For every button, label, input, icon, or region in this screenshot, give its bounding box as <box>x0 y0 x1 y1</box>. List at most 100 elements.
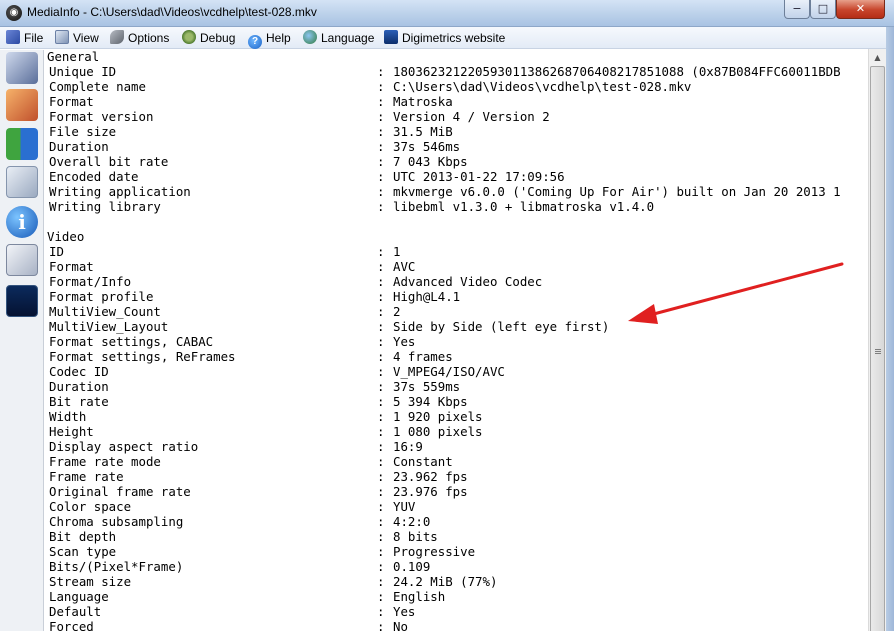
field-key: Default <box>49 604 102 619</box>
close-button[interactable]: ✕ <box>836 0 885 19</box>
field-value: 1 920 pixels <box>393 409 483 424</box>
report-field-row: ID:1 <box>47 244 867 259</box>
language-icon <box>303 30 317 44</box>
graph-view-icon[interactable] <box>6 285 38 317</box>
field-key: Codec ID <box>49 364 109 379</box>
text-view-icon[interactable] <box>6 166 38 198</box>
minimize-button[interactable]: − <box>784 0 810 19</box>
view-icon <box>55 30 69 44</box>
field-value: V_MPEG4/ISO/AVC <box>393 364 505 379</box>
field-key: Writing library <box>49 199 161 214</box>
report-field-row: Language: English <box>47 589 867 604</box>
field-separator: : <box>377 79 385 94</box>
field-separator: : <box>377 199 385 214</box>
field-separator: : <box>377 259 385 274</box>
scrollbar-grip-line <box>875 349 881 350</box>
field-key: Format settings, ReFrames <box>49 349 236 364</box>
field-separator: : <box>377 64 385 79</box>
menu-view[interactable]: View <box>55 30 99 47</box>
field-value: No <box>393 619 408 631</box>
menu-digimetrics-label: Digimetrics website <box>402 31 506 45</box>
digimetrics-icon <box>384 30 398 44</box>
field-separator: : <box>377 334 385 349</box>
menu-debug[interactable]: Debug <box>182 30 235 47</box>
field-separator: : <box>377 574 385 589</box>
title-bar: ◉ MediaInfo - C:\Users\dad\Videos\vcdhel… <box>0 0 894 27</box>
field-separator: : <box>377 409 385 424</box>
report-field-row: Display aspect ratio:16:9 <box>47 439 867 454</box>
field-separator: : <box>377 379 385 394</box>
report-field-row: Encoded date: UTC 2013-01-22 17:09:56 <box>47 169 867 184</box>
field-value: 4 frames <box>393 349 453 364</box>
field-separator: : <box>377 529 385 544</box>
maximize-button[interactable]: □ <box>810 0 836 19</box>
field-value: 4:2:0 <box>393 514 431 529</box>
field-value: 1 <box>393 244 401 259</box>
report-field-row: Writing library: libebml v1.3.0 + libmatr… <box>47 199 867 214</box>
field-key: Forced <box>49 619 94 631</box>
field-value: Progressive <box>393 544 476 559</box>
html-view-icon[interactable] <box>6 244 38 276</box>
report-field-row: Format: AVC <box>47 259 867 274</box>
report-field-row: Format version: Version 4 / Version 2 <box>47 109 867 124</box>
menu-help[interactable]: ? Help <box>248 30 291 49</box>
field-value: 2 <box>393 304 401 319</box>
field-separator: : <box>377 514 385 529</box>
scroll-up-arrow-icon[interactable]: ▲ <box>870 50 885 66</box>
report-field-row: Frame rate:23.962 fps <box>47 469 867 484</box>
report-field-row: Format/Info: Advanced Video Codec <box>47 274 867 289</box>
field-value: 7 043 Kbps <box>393 154 468 169</box>
report-field-row: Chroma subsampling:4:2:0 <box>47 514 867 529</box>
field-key: Encoded date <box>49 169 139 184</box>
field-value: 0.109 <box>393 559 431 574</box>
field-value: Yes <box>393 604 416 619</box>
field-key: Writing application <box>49 184 191 199</box>
field-value: 180362321220593011386268706408217851088 … <box>393 64 841 79</box>
menu-language[interactable]: Language <box>303 30 374 47</box>
field-key: Format profile <box>49 289 154 304</box>
field-value: 8 bits <box>393 529 438 544</box>
scrollbar-thumb[interactable] <box>870 66 885 631</box>
field-value: High@L4.1 <box>393 289 461 304</box>
menu-bar: File View Options Debug ? Help Language D… <box>0 27 894 49</box>
field-separator: : <box>377 289 385 304</box>
basic-view-icon[interactable] <box>6 52 38 84</box>
sheet-view-icon[interactable] <box>6 89 38 121</box>
field-key: Bit rate <box>49 394 109 409</box>
field-value: AVC <box>393 259 416 274</box>
info-icon[interactable]: i <box>6 206 38 238</box>
mediainfo-app-icon[interactable]: ◉ <box>6 5 22 21</box>
file-icon <box>6 30 20 44</box>
tree-view-icon[interactable] <box>6 128 38 160</box>
field-key: Bit depth <box>49 529 117 544</box>
menu-digimetrics-website[interactable]: Digimetrics website <box>384 30 505 47</box>
report-field-row: Default: Yes <box>47 604 867 619</box>
vertical-scrollbar[interactable]: ▲ <box>868 49 886 631</box>
field-key: Format version <box>49 109 154 124</box>
field-separator: : <box>377 109 385 124</box>
report-field-row: Height:1 080 pixels <box>47 424 867 439</box>
media-report-text[interactable]: General Unique ID:18036232122059301138626… <box>45 49 868 631</box>
field-key: Format settings, CABAC <box>49 334 214 349</box>
field-separator: : <box>377 559 385 574</box>
field-value: UTC 2013-01-22 17:09:56 <box>393 169 565 184</box>
field-separator: : <box>377 184 385 199</box>
field-separator: : <box>377 319 385 334</box>
report-field-row: Codec ID: V_MPEG4/ISO/AVC <box>47 364 867 379</box>
menu-file-label: File <box>24 31 44 45</box>
field-key: Scan type <box>49 544 117 559</box>
field-key: MultiView_Layout <box>49 319 169 334</box>
field-value: Matroska <box>393 94 453 109</box>
report-field-row: Width:1 920 pixels <box>47 409 867 424</box>
field-separator: : <box>377 619 385 631</box>
field-separator: : <box>377 139 385 154</box>
menu-options[interactable]: Options <box>110 30 169 47</box>
report-field-row: Format settings, ReFrames:4 frames <box>47 349 867 364</box>
field-key: Overall bit rate <box>49 154 169 169</box>
menu-file[interactable]: File <box>6 30 43 47</box>
field-key: Format <box>49 259 94 274</box>
field-key: MultiView_Count <box>49 304 161 319</box>
report-field-row: Forced: No <box>47 619 867 631</box>
window-frame-edge <box>886 27 894 631</box>
field-separator: : <box>377 124 385 139</box>
